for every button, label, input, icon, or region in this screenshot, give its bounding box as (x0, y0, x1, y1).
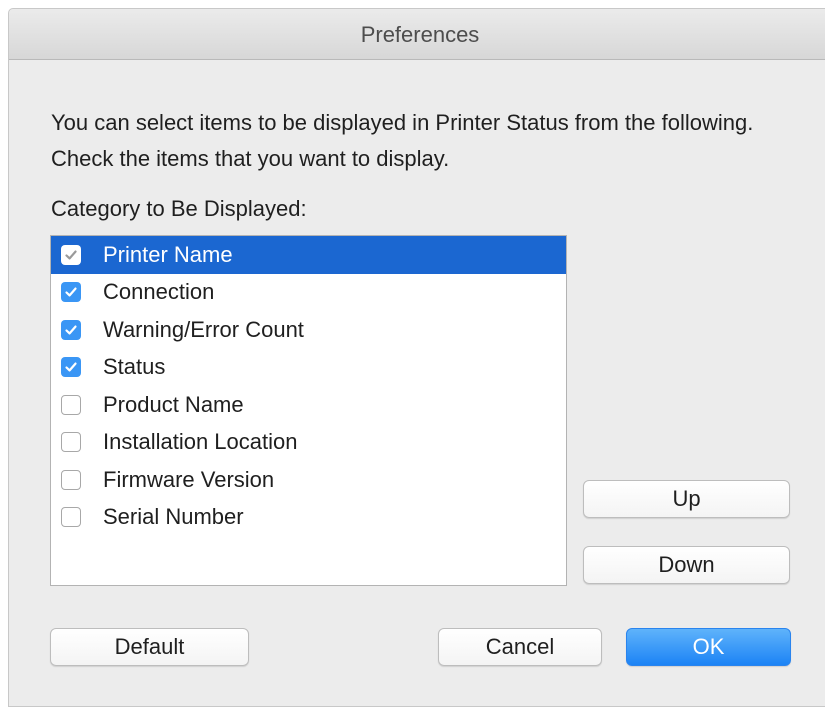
window-title: Preferences (360, 22, 480, 47)
unchecked-checkbox[interactable] (61, 469, 81, 490)
instruction-text: You can select items to be displayed in … (51, 110, 754, 171)
checked-checkbox[interactable] (61, 282, 81, 303)
list-item-firmware-version[interactable]: Firmware Version (51, 461, 566, 499)
checked-checkbox[interactable] (61, 319, 81, 340)
checked-checkbox[interactable] (61, 244, 81, 265)
list-item-product-name[interactable]: Product Name (51, 386, 566, 424)
down-button[interactable]: Down (583, 546, 790, 584)
up-button[interactable]: Up (583, 480, 790, 518)
list-item-warning-error-count[interactable]: Warning/Error Count (51, 311, 566, 349)
category-list[interactable]: Printer Name Connection Warning/Error Co… (50, 235, 567, 586)
ok-button[interactable]: OK (626, 628, 791, 666)
checked-checkbox[interactable] (61, 357, 81, 378)
list-item-label: Warning/Error Count (103, 316, 304, 342)
list-item-printer-name[interactable]: Printer Name (51, 236, 566, 274)
unchecked-checkbox[interactable] (61, 432, 81, 453)
default-button[interactable]: Default (50, 628, 249, 666)
list-item-serial-number[interactable]: Serial Number (51, 499, 566, 537)
list-item-label: Serial Number (103, 504, 244, 530)
preferences-window: Preferences You can select items to be d… (8, 8, 825, 707)
list-item-status[interactable]: Status (51, 349, 566, 387)
unchecked-checkbox[interactable] (61, 394, 81, 415)
list-item-label: Connection (103, 279, 215, 305)
cancel-button[interactable]: Cancel (438, 628, 602, 666)
list-item-label: Firmware Version (103, 466, 275, 492)
list-item-label: Status (103, 354, 166, 380)
list-item-label: Product Name (103, 391, 244, 417)
checkmark-icon (65, 250, 77, 260)
checkmark-icon (65, 287, 77, 297)
title-bar[interactable]: Preferences (9, 9, 825, 60)
list-item-connection[interactable]: Connection (51, 274, 566, 312)
category-label: Category to Be Displayed: (51, 196, 307, 221)
list-item-label: Printer Name (103, 241, 233, 267)
unchecked-checkbox[interactable] (61, 507, 81, 528)
checkmark-icon (65, 325, 77, 335)
list-item-installation-location[interactable]: Installation Location (51, 424, 566, 462)
list-item-label: Installation Location (103, 429, 298, 455)
checkmark-icon (65, 362, 77, 372)
